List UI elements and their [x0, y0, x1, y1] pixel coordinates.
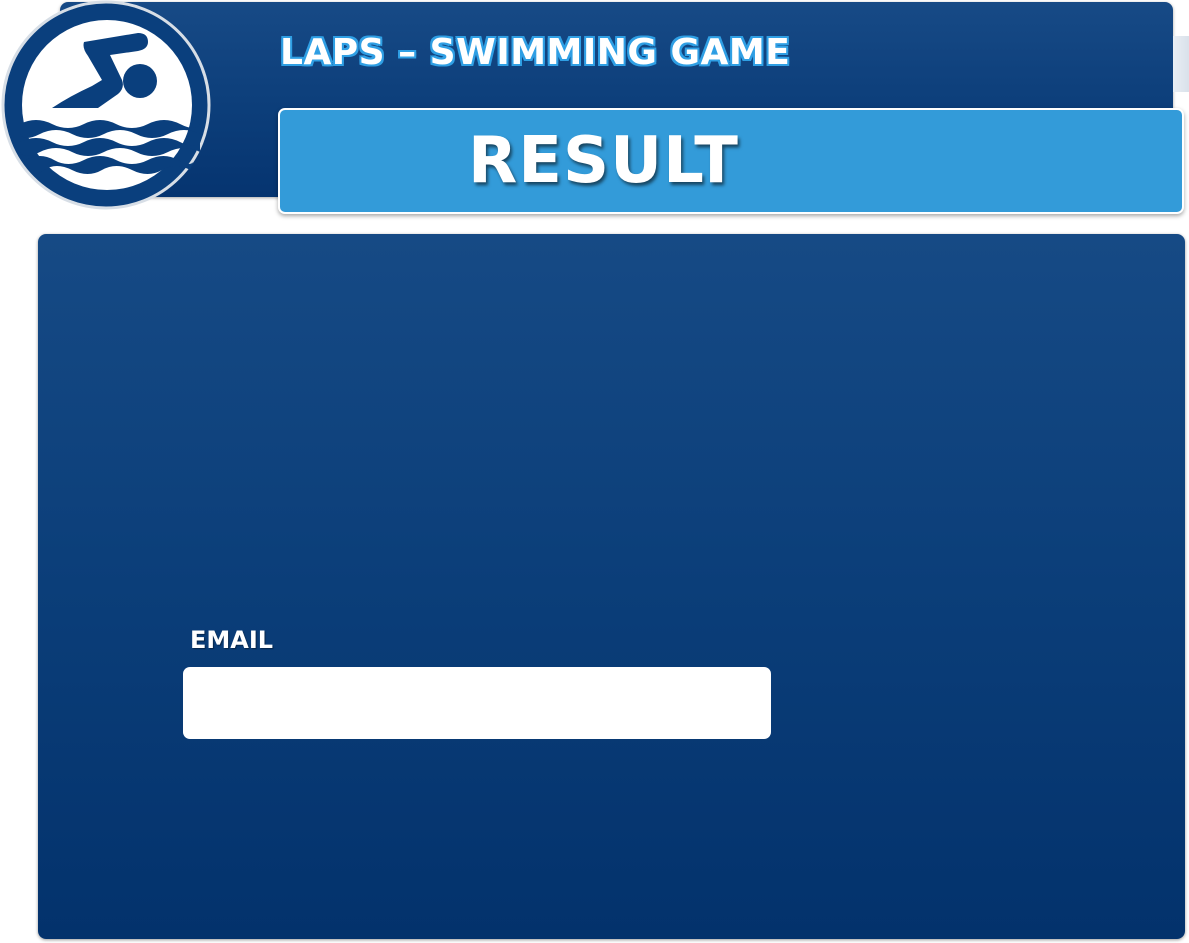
email-label: EMAIL: [190, 626, 274, 654]
app-title: LAPS – SWIMMING GAME: [280, 32, 791, 73]
result-title: RESULT: [468, 124, 739, 198]
swimmer-icon: [1, 0, 211, 210]
result-panel: EMAIL: [38, 234, 1185, 939]
email-field[interactable]: [183, 667, 771, 739]
header-edge: [1173, 36, 1189, 92]
game-screen: LAPS – SWIMMING GAME RESULT EMAIL: [0, 0, 1189, 943]
result-banner: RESULT: [278, 108, 1184, 214]
